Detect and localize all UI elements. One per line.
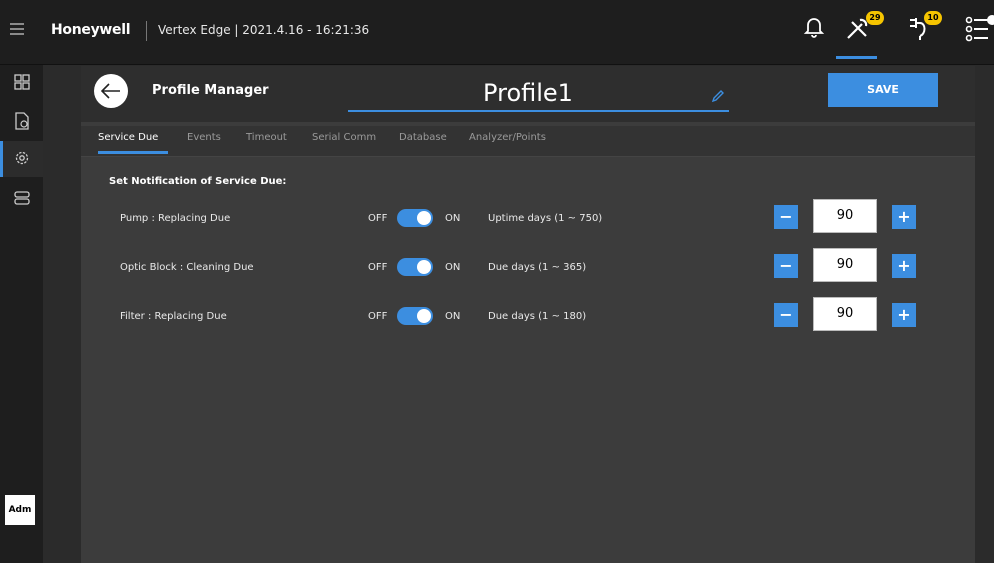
plugin-badge: 10 (924, 11, 942, 25)
filter-toggle[interactable] (397, 307, 433, 325)
arrow-left-icon (101, 83, 120, 99)
pump-days-input[interactable]: 90 (813, 199, 877, 233)
toggle-off-label: OFF (368, 311, 388, 322)
toggle-on-label: ON (445, 262, 461, 273)
header-divider (146, 21, 147, 41)
list-settings-icon[interactable] (964, 14, 994, 48)
toggle-on-label: ON (445, 213, 461, 224)
row-label-optic-block: Optic Block : Cleaning Due (120, 262, 254, 273)
tools-icon[interactable]: 29 (844, 11, 884, 46)
pump-toggle[interactable] (397, 209, 433, 227)
brand-logo: Honeywell (51, 22, 131, 38)
hamburger-menu-icon[interactable] (10, 23, 24, 37)
user-avatar[interactable]: Adm (5, 495, 35, 525)
page-title: Profile Manager (152, 83, 269, 98)
tab-service-due[interactable]: Service Due (98, 132, 158, 143)
decrement-button[interactable]: − (774, 303, 798, 327)
top-bar: Honeywell Vertex Edge | 2021.4.16 - 16:2… (0, 0, 994, 65)
pencil-icon[interactable] (711, 88, 725, 107)
tab-database[interactable]: Database (399, 132, 447, 143)
increment-button[interactable]: + (892, 205, 916, 229)
dashboard-icon (14, 74, 30, 90)
bell-icon[interactable] (802, 14, 826, 44)
tab-events[interactable]: Events (187, 132, 221, 143)
increment-button[interactable]: + (892, 254, 916, 278)
active-tab-indicator (98, 151, 168, 154)
app-title: Vertex Edge | 2021.4.16 - 16:21:36 (158, 23, 370, 37)
optic-block-days-input[interactable]: 90 (813, 248, 877, 282)
decrement-button[interactable]: − (774, 254, 798, 278)
tab-serial-comm[interactable]: Serial Comm (312, 132, 376, 143)
server-icon (14, 191, 30, 205)
active-tool-underline (836, 56, 877, 59)
range-label: Uptime days (1 ~ 750) (488, 213, 603, 224)
optic-block-toggle[interactable] (397, 258, 433, 276)
document-icon (15, 112, 29, 130)
profile-name-field[interactable]: Profile1 (348, 79, 729, 112)
left-rail: Adm (0, 65, 43, 563)
range-label: Due days (1 ~ 365) (488, 262, 587, 273)
toggle-knob (417, 211, 431, 225)
toggle-off-label: OFF (368, 213, 388, 224)
tab-timeout[interactable]: Timeout (246, 132, 287, 143)
toggle-off-label: OFF (368, 262, 388, 273)
row-label-filter: Filter : Replacing Due (120, 311, 227, 322)
toggle-on-label: ON (445, 311, 461, 322)
range-label: Due days (1 ~ 180) (488, 311, 587, 322)
save-button[interactable]: SAVE (828, 73, 938, 107)
section-title: Set Notification of Service Due: (109, 176, 287, 187)
increment-button[interactable]: + (892, 303, 916, 327)
toggle-knob (417, 309, 431, 323)
tab-analyzer-points[interactable]: Analyzer/Points (469, 132, 546, 143)
dashboard-nav[interactable] (0, 65, 43, 101)
toggle-knob (417, 260, 431, 274)
decrement-button[interactable]: − (774, 205, 798, 229)
profile-name-value: Profile1 (483, 79, 573, 107)
devices-nav[interactable] (0, 181, 43, 217)
reports-nav[interactable] (0, 103, 43, 139)
filter-days-input[interactable]: 90 (813, 297, 877, 331)
back-button[interactable] (94, 74, 128, 108)
row-label-pump: Pump : Replacing Due (120, 213, 231, 224)
gear-icon (15, 151, 29, 165)
settings-nav[interactable] (0, 141, 43, 177)
plugin-icon[interactable]: 10 (906, 11, 942, 46)
tools-badge: 29 (866, 11, 884, 25)
